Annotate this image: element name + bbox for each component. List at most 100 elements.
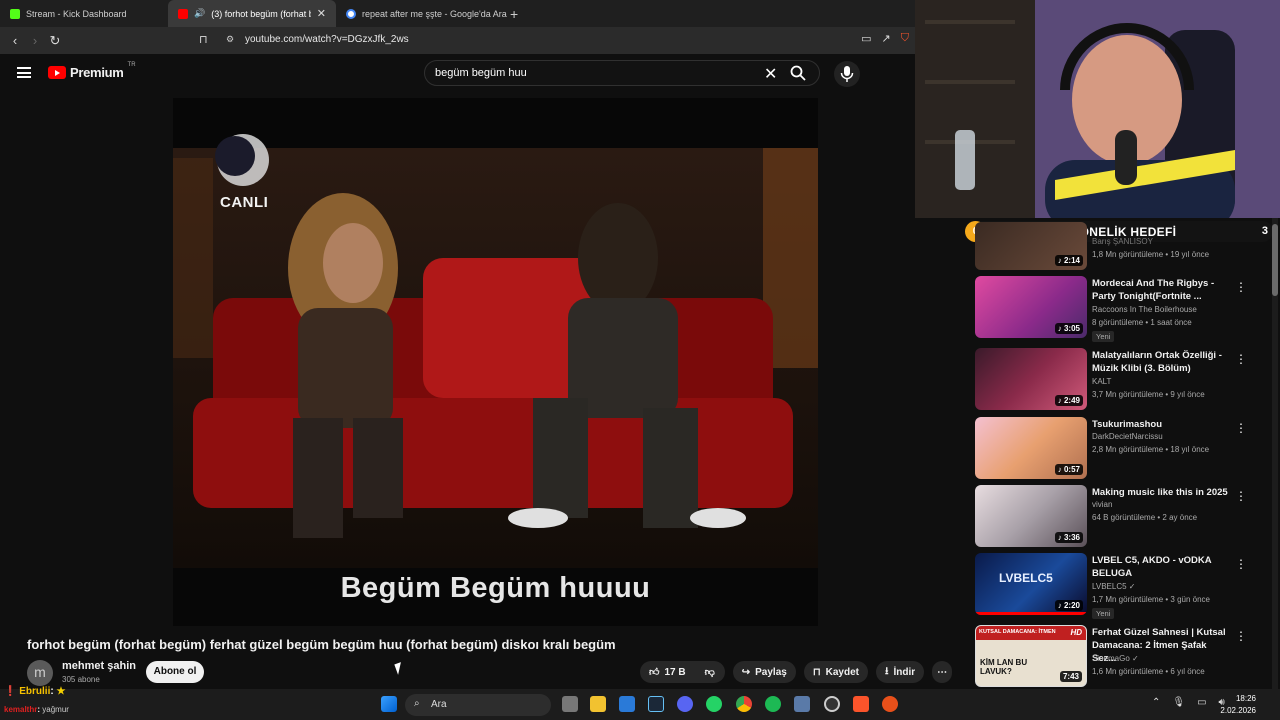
- recommendations-scrollbar[interactable]: [1272, 218, 1278, 698]
- microphone-icon[interactable]: 🎙︎: [1172, 697, 1185, 708]
- download-button[interactable]: ⭳ İndir: [876, 661, 925, 683]
- save-button[interactable]: ⊓ Kaydet: [803, 661, 868, 683]
- like-button[interactable]: 👍︎ 17 B 👎︎: [640, 661, 725, 683]
- search-icon[interactable]: [790, 65, 806, 86]
- discord-icon[interactable]: [677, 696, 693, 712]
- site-info-icon[interactable]: ⚙: [226, 34, 234, 45]
- rec-channel[interactable]: LVBELC5 ✓: [1092, 582, 1135, 591]
- more-options-icon[interactable]: ⋮: [1235, 629, 1247, 643]
- cast-icon[interactable]: ▭: [861, 32, 871, 45]
- forward-icon[interactable]: ›: [25, 33, 45, 48]
- bookmark-icon[interactable]: ⊓: [199, 33, 208, 46]
- recommendation-item[interactable]: LVBELC5 ♪ 2:20 LVBEL C5, AKDO - vODKA BE…: [975, 553, 1270, 619]
- rec-title[interactable]: Making music like this in 2025: [1092, 486, 1237, 499]
- duration-badge: 7:43: [1059, 671, 1082, 682]
- tab-google-search[interactable]: repeat after me şşte - Google'da Ara: [336, 0, 507, 27]
- tab-youtube-video[interactable]: 🔊 (3) forhot begüm (forhat beg ✕: [168, 0, 336, 27]
- share-label: Paylaş: [755, 666, 787, 678]
- scrollbar-thumb[interactable]: [1272, 224, 1278, 296]
- windows-start-icon[interactable]: [381, 696, 397, 712]
- reload-icon[interactable]: ↻: [45, 33, 65, 49]
- thumbs-down-icon[interactable]: 👎︎: [705, 666, 715, 678]
- channel-name[interactable]: mehmet şahin: [62, 660, 136, 672]
- app-icon[interactable]: [794, 696, 810, 712]
- rec-meta: 3,7 Mn görüntüleme • 9 yıl önce: [1092, 390, 1205, 399]
- voice-search-icon[interactable]: [834, 61, 860, 87]
- rec-title[interactable]: Malatyalıların Ortak Özelliği - Müzik Kl…: [1092, 349, 1232, 375]
- tab-close-icon[interactable]: ✕: [317, 7, 326, 20]
- rec-title[interactable]: Tsukurimashou: [1092, 418, 1232, 431]
- task-view-icon[interactable]: [562, 696, 578, 712]
- recommendation-item[interactable]: ♪ 3:36 Making music like this in 2025 vi…: [975, 485, 1270, 549]
- tray-overflow-icon[interactable]: ⌃: [1152, 697, 1160, 708]
- rec-title[interactable]: LVBEL C5, AKDO - vODKA BELUGA: [1092, 554, 1232, 580]
- rec-meta: 1,7 Mn görüntüleme • 3 gün önce: [1092, 595, 1210, 604]
- address-bar-row: ‹ › ↻ ⊓ ⚙ youtube.com/watch?v=DGzxJfk_2w…: [0, 27, 915, 54]
- rec-meta: 64 B görüntüleme • 2 ay önce: [1092, 513, 1198, 522]
- rec-title[interactable]: Mordecai And The Rigbys - Party Tonight(…: [1092, 277, 1232, 303]
- kick-favicon-icon: [10, 8, 20, 19]
- brave-shield-icon[interactable]: ⛉: [901, 32, 909, 45]
- share-page-icon[interactable]: ↗: [882, 32, 891, 45]
- recommendation-item[interactable]: ♪ 0:57 Tsukurimashou DarkDecietNarcissu …: [975, 417, 1270, 481]
- video-thumbnail: ♪ 2:14: [975, 222, 1087, 270]
- rec-channel[interactable]: Barış ŞANLISOY: [1092, 237, 1153, 246]
- more-options-icon[interactable]: ⋮: [1235, 280, 1247, 294]
- rec-channel[interactable]: DarkDecietNarcissu: [1092, 432, 1163, 441]
- bookmark-save-icon: ⊓: [812, 666, 821, 678]
- subscribe-button[interactable]: Abone ol: [146, 661, 204, 683]
- rec-channel[interactable]: SinemaGo ✓: [1092, 654, 1139, 663]
- chrome-icon[interactable]: [736, 696, 752, 712]
- search-input[interactable]: begüm begüm huu: [435, 67, 527, 79]
- rec-channel[interactable]: Raccoons In The Boilerhouse: [1092, 305, 1197, 314]
- file-explorer-icon[interactable]: [590, 696, 606, 712]
- more-options-icon[interactable]: ⋮: [1235, 489, 1247, 503]
- browser-toolbar-right: ▭ ↗ ⛉: [861, 32, 909, 45]
- clear-search-icon[interactable]: ✕: [764, 64, 777, 84]
- spotify-icon[interactable]: [765, 696, 781, 712]
- back-icon[interactable]: ‹: [5, 33, 25, 48]
- more-options-icon[interactable]: ⋮: [1235, 421, 1247, 435]
- tab-label: (3) forhot begüm (forhat beg: [211, 8, 311, 19]
- obs-icon[interactable]: [824, 696, 840, 712]
- duration-badge: ♪ 3:36: [1054, 532, 1083, 543]
- taskbar-search-placeholder: Ara: [431, 699, 447, 710]
- url-text[interactable]: youtube.com/watch?v=DGzxJfk_2ws: [245, 34, 409, 45]
- youtube-premium-logo[interactable]: Premium TR: [48, 61, 136, 80]
- clock-date: 2.02.2026: [1220, 706, 1256, 715]
- tab-kick-dashboard[interactable]: Stream - Kick Dashboard: [0, 0, 168, 27]
- store-icon[interactable]: [619, 696, 635, 712]
- more-options-icon[interactable]: ⋮: [1235, 352, 1247, 366]
- taskbar-search[interactable]: ⌕ Ara: [405, 694, 551, 716]
- thumbnail-text: KİM LAN BU LAVUK?: [980, 658, 1028, 676]
- search-box[interactable]: begüm begüm huu ✕: [424, 60, 820, 86]
- chat-username: kemalthr: [4, 705, 38, 714]
- video-thumbnail: LVBELC5 ♪ 2:20: [975, 553, 1087, 615]
- video-actions: 👍︎ 17 B 👎︎ ↪ Paylaş ⊓ Kaydet ⭳ İndir ⋯: [640, 661, 960, 683]
- thumbnail-text: LVBELC5: [999, 571, 1053, 585]
- share-button[interactable]: ↪ Paylaş: [732, 661, 796, 683]
- logo-region: TR: [127, 61, 136, 68]
- more-options-icon[interactable]: ⋮: [1235, 557, 1247, 571]
- rec-channel[interactable]: vivian: [1092, 500, 1112, 509]
- brave-icon[interactable]: [853, 696, 869, 712]
- new-tab-icon[interactable]: +: [510, 6, 518, 22]
- channel-avatar[interactable]: m: [27, 660, 53, 686]
- system-clock[interactable]: 18:26 2.02.2026: [1220, 693, 1256, 717]
- rec-channel[interactable]: KALT: [1092, 377, 1111, 386]
- rec-meta: 2,8 Mn görüntüleme • 18 yıl önce: [1092, 445, 1210, 454]
- recommendation-item[interactable]: ♪ 3:05 Mordecai And The Rigbys - Party T…: [975, 276, 1270, 342]
- steam-icon[interactable]: [648, 696, 664, 712]
- duration-badge: ♪ 0:57: [1054, 464, 1083, 475]
- recommendation-item[interactable]: ♪ 2:49 Malatyalıların Ortak Özelliği - M…: [975, 348, 1270, 412]
- app-orange-icon[interactable]: [882, 696, 898, 712]
- whatsapp-icon[interactable]: [706, 696, 722, 712]
- menu-icon[interactable]: [17, 67, 31, 78]
- recommendation-item[interactable]: ♪ 2:14 Barış ŞANLISOY 1,8 Mn görüntüleme…: [975, 222, 1270, 270]
- more-actions-button[interactable]: ⋯: [932, 661, 953, 683]
- recommendation-item[interactable]: KUTSAL DAMACANA: İTMEN HD KİM LAN BU LAV…: [975, 625, 1270, 689]
- subscriber-count: 305 abone: [62, 675, 100, 684]
- youtube-favicon-icon: [178, 8, 188, 19]
- video-player[interactable]: CANLI Begüm Begüm huuuu: [173, 98, 818, 626]
- display-icon[interactable]: ▭: [1197, 697, 1206, 708]
